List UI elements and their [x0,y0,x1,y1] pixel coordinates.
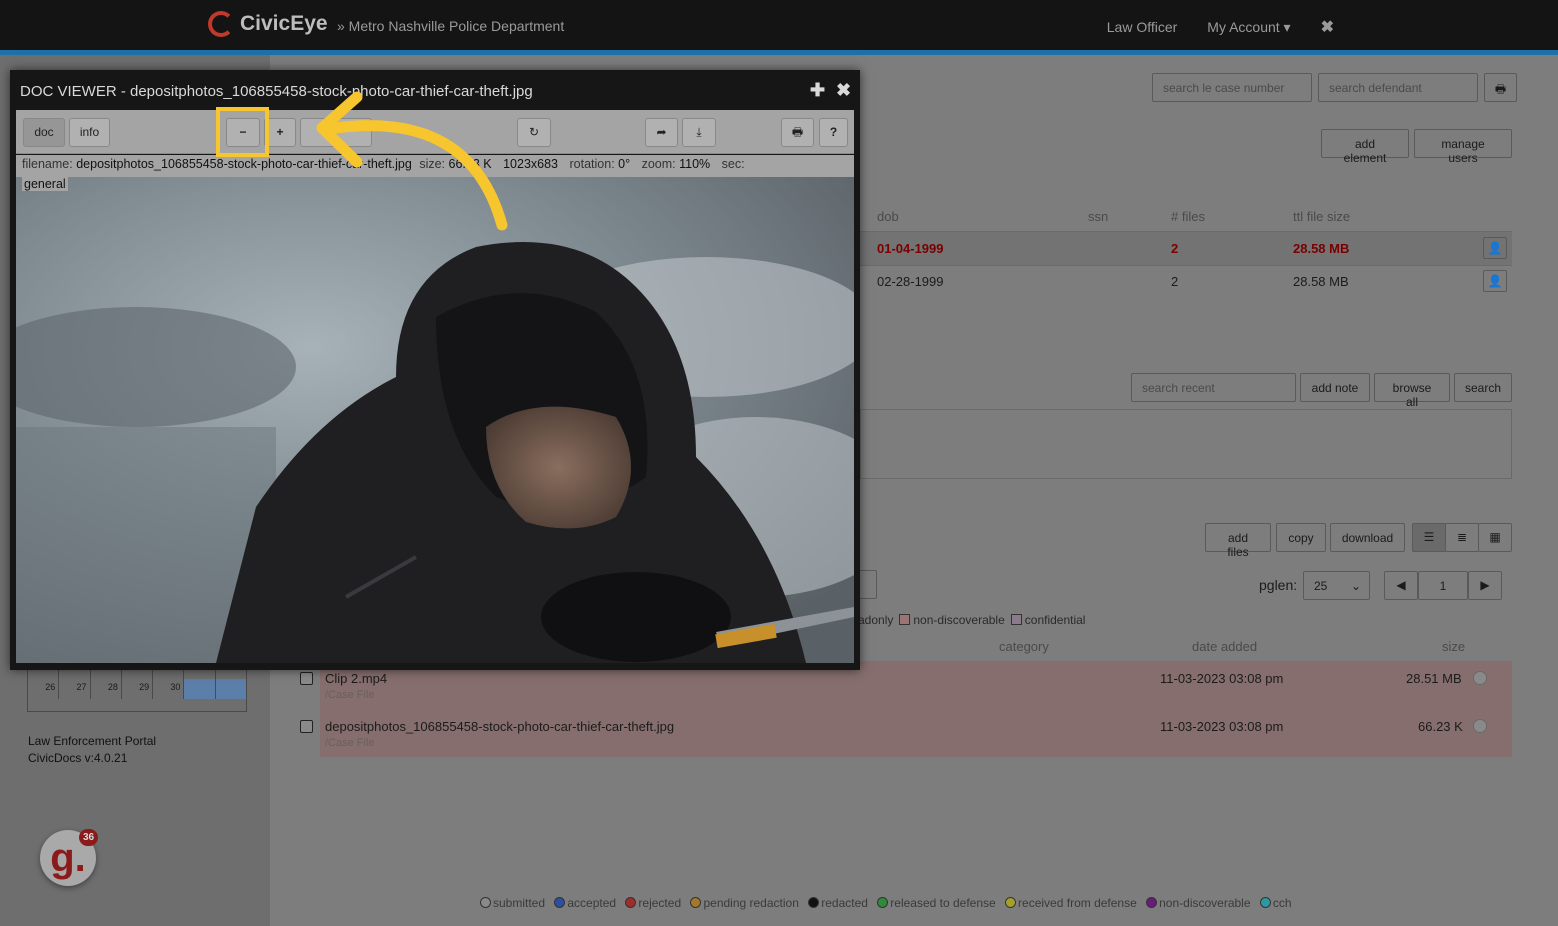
arrow-shaft [329,120,508,231]
annotation-arrow [316,91,508,231]
